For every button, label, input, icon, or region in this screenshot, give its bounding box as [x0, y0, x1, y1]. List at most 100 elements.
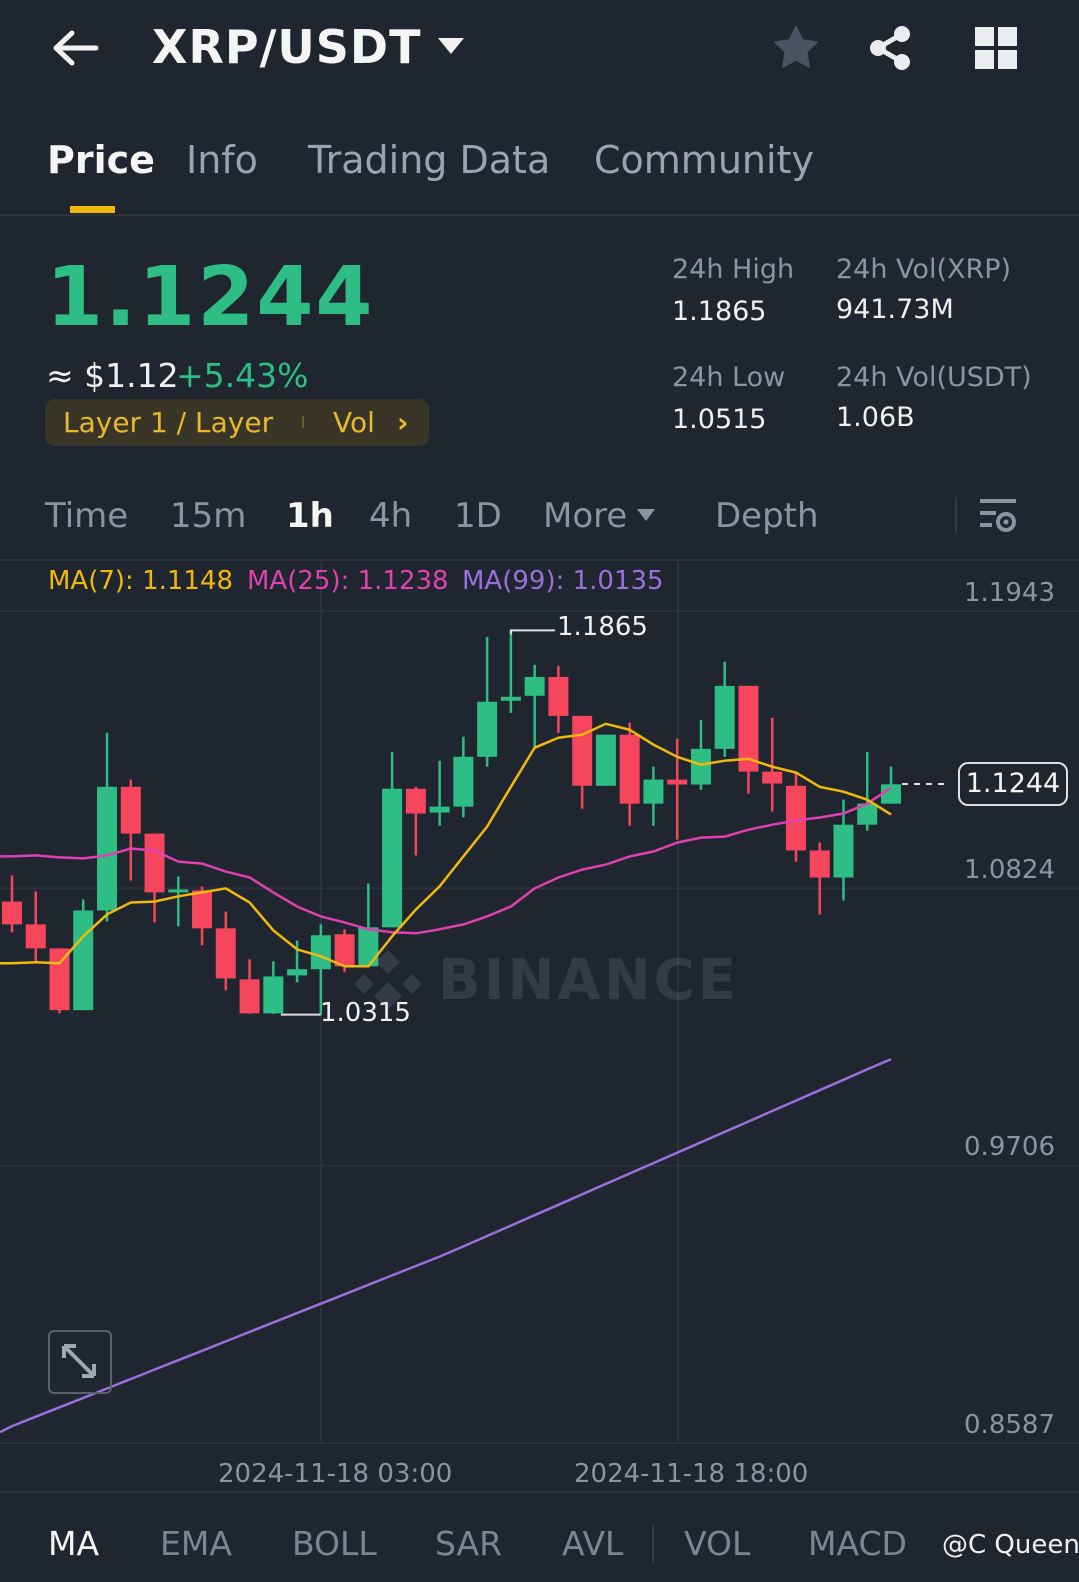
tab-info[interactable]: Info [186, 138, 258, 182]
tag-vol: Vol [333, 406, 375, 439]
candle-down [49, 948, 70, 1011]
indicator-divider [652, 1525, 654, 1563]
candle-up [310, 935, 331, 970]
chart-bottom-divider [0, 1491, 1079, 1493]
high-leader-line [509, 629, 555, 635]
high-value: 1.1865 [672, 296, 767, 327]
grid-icon [975, 27, 1017, 69]
candle-up [429, 806, 450, 813]
interval-4h[interactable]: 4h [369, 496, 412, 536]
candle-up [881, 784, 901, 804]
vol-usdt-label: 24h Vol(USDT) [836, 362, 1032, 393]
candle-down [239, 979, 260, 1014]
candle-down [809, 850, 830, 878]
chevron-right-icon: › [397, 406, 409, 439]
candle-up [287, 969, 308, 976]
expand-icon [62, 1344, 96, 1378]
candle-up [690, 748, 711, 785]
indicator-boll[interactable]: BOLL [292, 1524, 377, 1563]
fullscreen-button[interactable] [48, 1330, 112, 1394]
ma99-line [0, 1058, 892, 1434]
candle-up [168, 889, 189, 893]
candle-down [25, 924, 46, 949]
interval-divider [955, 497, 957, 533]
x-tick: 2024-11-18 03:00 [218, 1459, 453, 1489]
tab-community[interactable]: Community [594, 138, 814, 182]
chart-top-divider [0, 559, 1079, 561]
tab-price[interactable]: Price [47, 138, 155, 182]
high-annotation: 1.1865 [557, 612, 648, 642]
vol-xrp-value: 941.73M [836, 294, 954, 325]
indicator-ma[interactable]: MA [48, 1524, 99, 1563]
candle-down [619, 734, 640, 804]
current-price-label: 1.1244 [958, 762, 1068, 806]
y-tick: 0.8587 [964, 1410, 1055, 1440]
change-percent: +5.43% [176, 356, 309, 395]
candle-down [192, 890, 213, 929]
last-price: 1.1244 [46, 250, 375, 345]
interval-more[interactable]: More [543, 496, 627, 536]
candle-up [453, 756, 474, 807]
y-tick: 1.0824 [964, 855, 1055, 885]
caret-down-icon [438, 38, 464, 54]
candle-down [215, 928, 236, 979]
candle-up [833, 824, 854, 878]
pair-title[interactable]: XRP/USDT [152, 20, 421, 74]
low-label: 24h Low [672, 362, 786, 393]
candle-down [785, 785, 806, 851]
chart-settings-button[interactable] [978, 497, 1018, 535]
candle-up [97, 786, 118, 911]
candle-up [643, 779, 664, 804]
depth-tab[interactable]: Depth [715, 496, 819, 536]
watermark-text: BINANCE [438, 948, 739, 1013]
indicator-vol[interactable]: VOL [684, 1524, 750, 1563]
candle-up [263, 976, 284, 1014]
candle-down [548, 676, 569, 716]
candle-down [405, 788, 426, 814]
y-tick: 0.9706 [964, 1132, 1055, 1162]
tab-trading-data[interactable]: Trading Data [308, 138, 550, 182]
candle-down [762, 771, 783, 784]
tabs-divider [0, 214, 1079, 216]
active-tab-indicator [70, 206, 115, 213]
share-icon [870, 26, 910, 70]
candle-down [572, 715, 593, 786]
indicator-sar[interactable]: SAR [435, 1524, 502, 1563]
ma99-legend: MA(99): 1.0135 [462, 566, 664, 596]
tag-separator [302, 416, 304, 428]
star-icon [774, 26, 818, 68]
candle-down [144, 833, 165, 893]
candle-down [2, 901, 22, 925]
candle-up [382, 788, 403, 928]
ma25-legend: MA(25): 1.1238 [247, 566, 449, 596]
candle-down [667, 779, 688, 785]
binance-logo-icon [354, 950, 422, 1010]
low-value: 1.0515 [672, 404, 767, 435]
back-button[interactable] [50, 28, 100, 68]
ma7-legend: MA(7): 1.1148 [48, 566, 234, 596]
user-watermark: @C Queen [942, 1530, 1079, 1560]
candle-up [524, 676, 545, 696]
candlestick-chart[interactable] [0, 562, 1079, 1492]
tag-label: Layer 1 / Layer [63, 406, 274, 439]
indicator-ema[interactable]: EMA [160, 1524, 232, 1563]
indicator-macd[interactable]: MACD [808, 1524, 907, 1563]
category-tag[interactable]: Layer 1 / Layer Vol › [45, 399, 429, 446]
chart-settings-icon [980, 499, 1016, 532]
interval-1h[interactable]: 1h [286, 496, 334, 536]
y-tick: 1.1943 [964, 578, 1055, 608]
candle-up [500, 696, 521, 701]
indicator-avl[interactable]: AVL [562, 1524, 623, 1563]
interval-time[interactable]: Time [45, 496, 128, 536]
x-tick: 2024-11-18 18:00 [574, 1459, 809, 1489]
more-caret-down-icon [637, 509, 655, 521]
back-arrow-icon [53, 30, 99, 66]
interval-1d[interactable]: 1D [454, 496, 502, 536]
vol-xrp-label: 24h Vol(XRP) [836, 254, 1012, 285]
candle-up [595, 734, 616, 786]
vol-usdt-value: 1.06B [836, 402, 915, 433]
interval-15m[interactable]: 15m [170, 496, 246, 536]
candle-up [477, 701, 498, 757]
approx-usd: ≈ $1.12 [46, 356, 179, 395]
candle-up [714, 685, 735, 749]
